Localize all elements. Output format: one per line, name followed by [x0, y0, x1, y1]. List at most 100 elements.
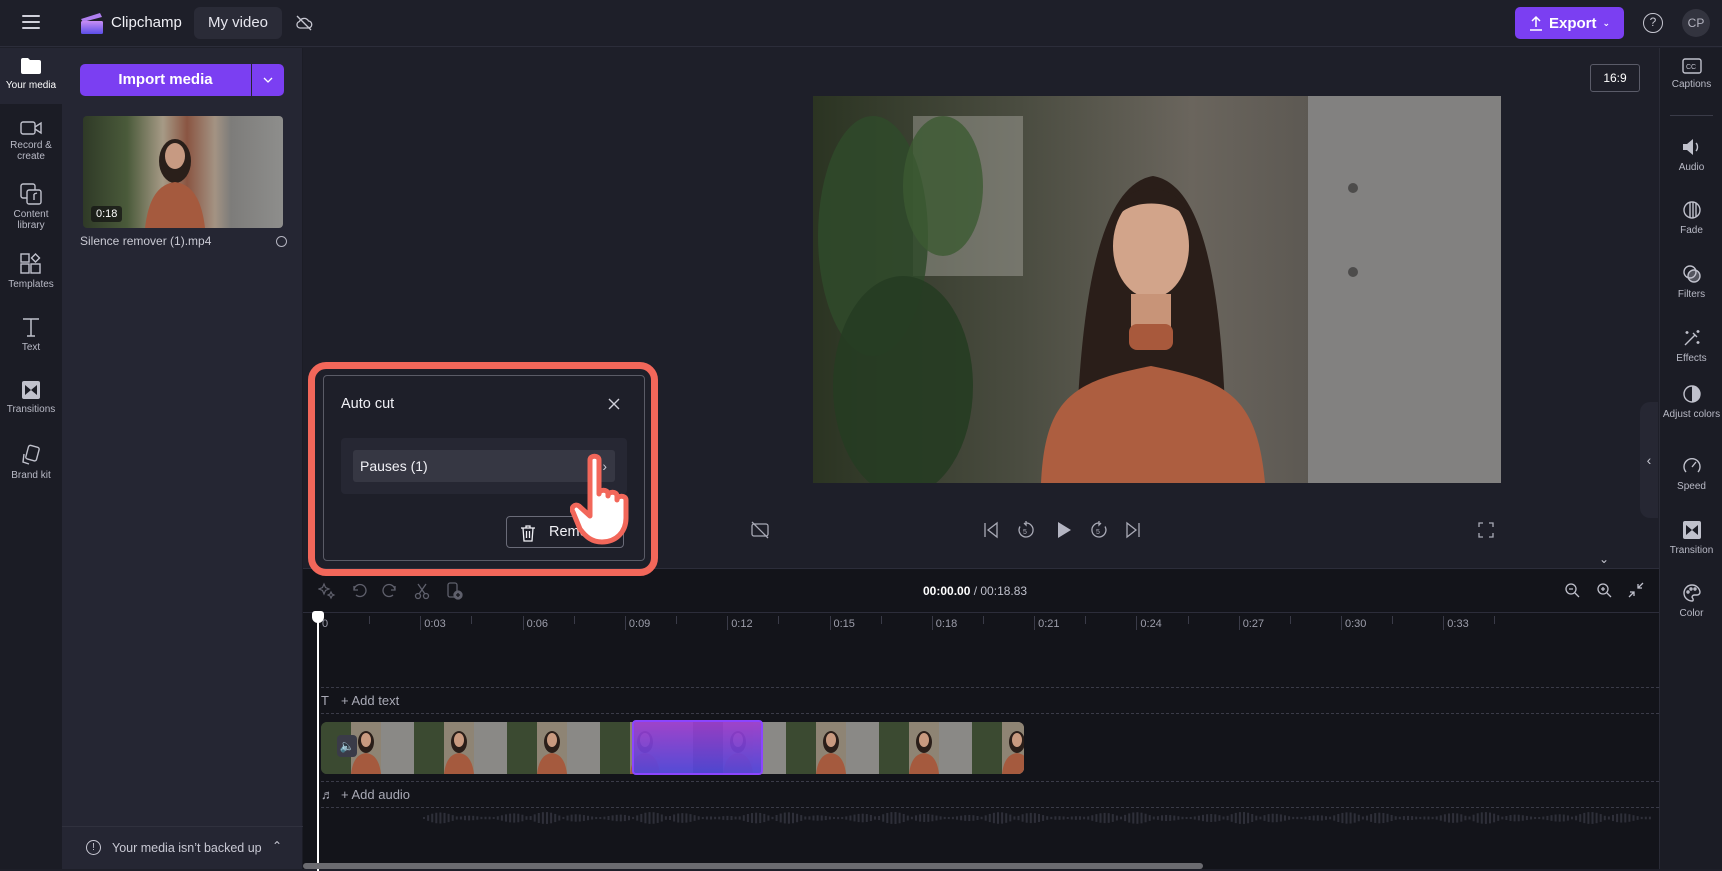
skip-back-icon[interactable] — [981, 520, 1001, 540]
avatar[interactable]: CP — [1682, 9, 1710, 37]
nav-transitions[interactable]: Transitions — [0, 380, 62, 415]
rewind-5-icon[interactable]: 5 — [1016, 520, 1036, 540]
rnav-audio[interactable]: Audio — [1660, 137, 1722, 173]
nav-label: Content library — [13, 209, 49, 231]
play-icon[interactable] — [1053, 520, 1073, 540]
waveform-bar — [623, 814, 626, 822]
horizontal-scrollbar[interactable] — [303, 863, 1203, 869]
media-filename: Silence remover (1).mp4 — [80, 234, 212, 248]
rnav-filters[interactable]: Filters — [1660, 264, 1722, 300]
nav-brand-kit[interactable]: Brand kit — [0, 444, 62, 481]
scissors-icon[interactable] — [413, 582, 431, 600]
pause-segment-highlight[interactable] — [632, 720, 763, 775]
rnav-adjust-colors[interactable]: Adjust colors — [1660, 384, 1722, 420]
waveform-bar — [1325, 816, 1327, 820]
waveform-bar — [1177, 816, 1180, 820]
export-button[interactable]: Export ⌄ — [1515, 7, 1624, 39]
waveform-bar — [923, 813, 926, 823]
zoom-in-icon[interactable] — [1595, 581, 1613, 599]
rnav-speed[interactable]: Speed — [1660, 456, 1722, 492]
add-audio-track[interactable]: ♬ + Add audio — [321, 787, 410, 802]
waveform-bar — [1091, 815, 1094, 821]
rnav-color[interactable]: Color — [1660, 583, 1722, 619]
chevron-up-icon[interactable]: ⌃ — [272, 839, 282, 853]
waveform-bar — [947, 816, 950, 820]
waveform-bar — [1161, 815, 1163, 821]
rnav-captions[interactable]: CC Captions — [1660, 58, 1722, 90]
zoom-out-icon[interactable] — [1563, 581, 1581, 599]
add-text-track[interactable]: T + Add text — [321, 693, 399, 708]
nav-templates[interactable]: Templates — [0, 253, 62, 290]
backup-notice[interactable]: ! Your media isn’t backed up ⌃ — [62, 826, 303, 869]
waveform-bar — [628, 815, 630, 821]
waveform-bar — [968, 814, 971, 822]
waveform-bar — [1382, 812, 1385, 824]
nav-record-create[interactable]: Record & create — [0, 120, 62, 162]
import-dropdown-button[interactable] — [252, 64, 284, 96]
waveform-bar — [1419, 816, 1422, 820]
undo-icon[interactable] — [350, 582, 368, 600]
timeline-ruler[interactable]: 0 0:03 0:06 0:09 0:12 0:15 0:18 0:21 0:24 0:27 0:3… — [303, 613, 1659, 635]
waveform-bar — [480, 816, 483, 820]
waveform-bar — [1620, 813, 1623, 823]
collapse-panel-button[interactable]: ‹ — [1640, 402, 1658, 518]
waveform-bar — [541, 812, 544, 824]
waveform-bar — [435, 812, 438, 824]
ruler-minor-tick — [778, 616, 780, 624]
waveform-bar — [1095, 814, 1098, 822]
sparkle-icon[interactable] — [318, 582, 336, 600]
waveform-bar — [1144, 813, 1147, 823]
brand-kit-icon — [22, 444, 40, 465]
waveform-bar — [1243, 812, 1245, 824]
chevron-down-icon[interactable]: ⌄ — [1595, 552, 1613, 568]
menu-icon[interactable] — [22, 15, 40, 29]
fullscreen-icon[interactable] — [1476, 520, 1496, 540]
aspect-ratio-button[interactable]: 16:9 — [1590, 64, 1640, 92]
waveform-bar — [1636, 816, 1639, 820]
rnav-effects[interactable]: Effects — [1660, 328, 1722, 364]
nav-text[interactable]: Text — [0, 316, 62, 353]
forward-5-icon[interactable]: 5 — [1089, 520, 1109, 540]
waveform-bar — [1271, 813, 1274, 823]
waveform-bar — [1148, 815, 1151, 821]
video-preview[interactable] — [813, 96, 1501, 483]
fit-to-screen-icon[interactable] — [1627, 581, 1645, 599]
captions-off-icon[interactable] — [750, 520, 770, 540]
waveform-bar — [1218, 815, 1221, 821]
volume-icon[interactable]: 🔈 — [337, 735, 357, 757]
playhead-handle[interactable] — [312, 611, 324, 623]
waveform-bar — [869, 814, 872, 822]
ruler-minor-tick — [1187, 616, 1189, 624]
waveform-bar — [718, 816, 721, 820]
rnav-fade[interactable]: Fade — [1660, 200, 1722, 236]
waveform-bar — [689, 814, 692, 822]
playhead[interactable] — [317, 611, 319, 871]
waveform-bar — [537, 812, 540, 824]
waveform-bar — [492, 816, 495, 820]
waveform-bar — [1296, 816, 1299, 820]
waveform-bar — [578, 814, 581, 822]
waveform-bar — [792, 812, 794, 824]
waveform-bar — [431, 813, 434, 823]
nav-content-library[interactable]: Content library — [0, 183, 62, 231]
waveform-bar — [550, 812, 553, 824]
nav-your-media[interactable]: Your media — [0, 48, 62, 104]
ruler-tick — [420, 616, 422, 630]
ruler-tick — [522, 616, 524, 630]
add-to-timeline-icon[interactable] — [445, 582, 463, 600]
rnav-transition[interactable]: Transition — [1660, 520, 1722, 556]
help-icon[interactable]: ? — [1643, 13, 1663, 33]
waveform-bar — [1001, 812, 1004, 824]
import-media-button[interactable]: Import media — [80, 64, 251, 96]
waveform-bar — [1427, 816, 1430, 820]
skip-forward-icon[interactable] — [1123, 520, 1143, 540]
project-title[interactable]: My video — [194, 7, 283, 39]
cloud-off-icon[interactable] — [294, 13, 314, 33]
media-thumbnail[interactable]: 0:18 — [83, 116, 283, 228]
waveform-bar — [746, 813, 749, 823]
waveform-bar — [673, 814, 676, 822]
waveform-bar — [1579, 814, 1582, 822]
close-icon[interactable] — [606, 396, 622, 412]
waveform-bar — [816, 815, 819, 821]
redo-icon[interactable] — [381, 582, 399, 600]
